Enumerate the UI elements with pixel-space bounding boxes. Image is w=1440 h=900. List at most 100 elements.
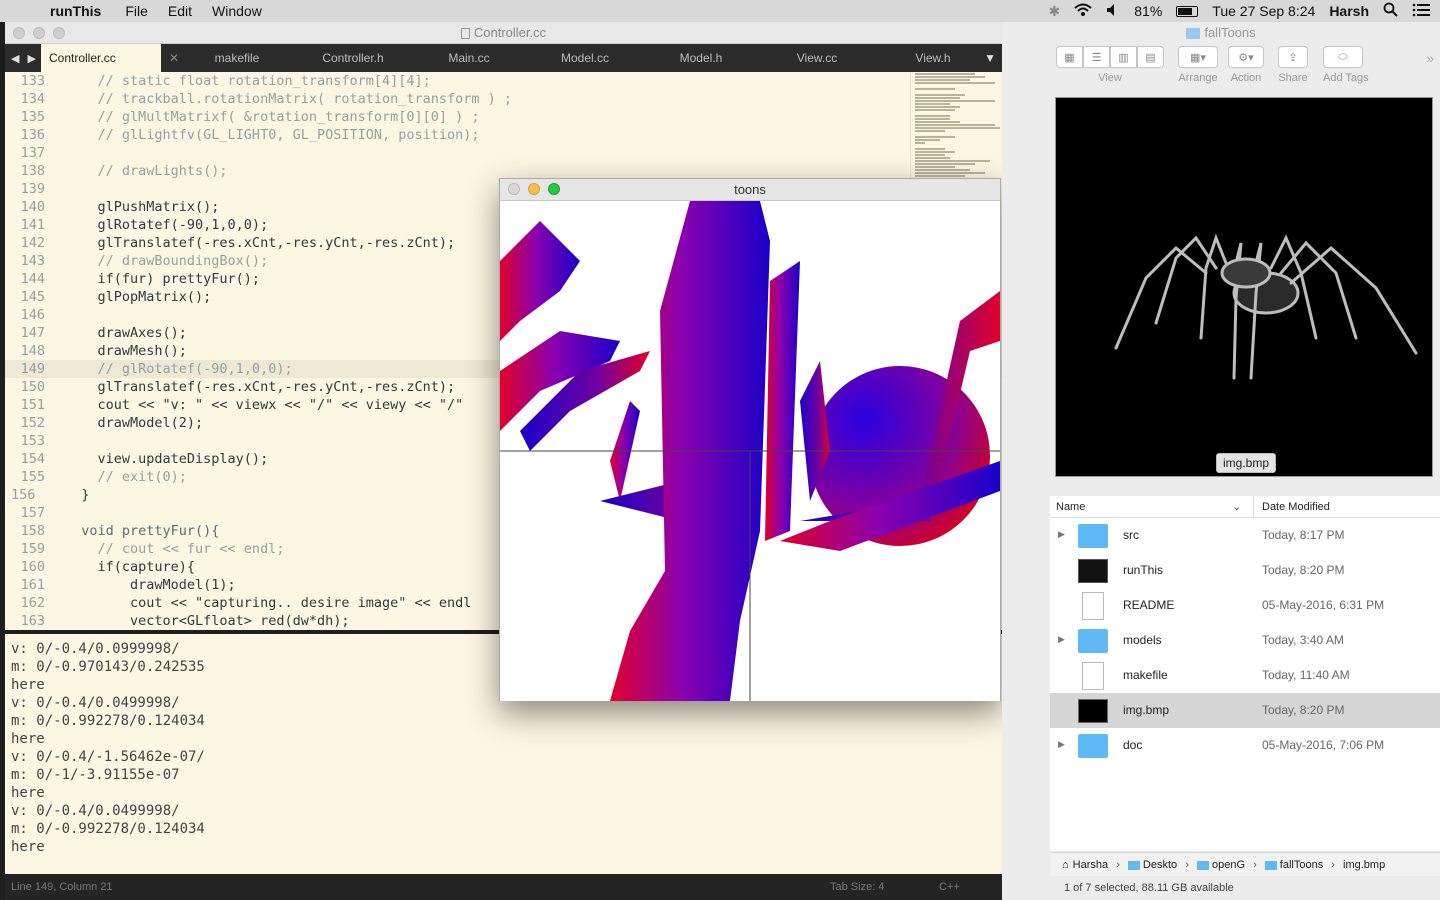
tab-view-cc[interactable]: View.cc xyxy=(759,51,875,65)
disclosure-triangle-icon[interactable]: ▶ xyxy=(1058,634,1065,645)
column-view-button[interactable]: ▥ xyxy=(1110,46,1137,68)
tab-model-h[interactable]: Model.h xyxy=(643,51,759,65)
gallery-view-button[interactable]: ▤ xyxy=(1137,46,1164,68)
minimap[interactable] xyxy=(910,72,1002,183)
path-item-opengl[interactable]: openG xyxy=(1212,859,1245,871)
file-name: makefile xyxy=(1123,668,1168,682)
tab-back-icon[interactable]: ◀ xyxy=(11,52,19,65)
toons-title: toons xyxy=(734,182,766,197)
file-name: models xyxy=(1123,633,1162,647)
tab-label: Controller.cc xyxy=(49,51,116,65)
file-row[interactable]: ▶ doc 05-May-2016, 7:06 PM xyxy=(1050,728,1440,763)
disclosure-triangle-icon[interactable]: ▶ xyxy=(1058,529,1065,540)
line-number: 160 xyxy=(20,559,45,575)
minimize-button[interactable] xyxy=(528,183,540,195)
file-row[interactable]: makefile Today, 11:40 AM xyxy=(1050,658,1440,693)
file-row[interactable]: img.bmp Today, 8:20 PM xyxy=(1050,693,1440,728)
line-number: 144 xyxy=(20,271,45,287)
tab-controller-cc[interactable]: Controller.cc ✕ xyxy=(41,44,179,72)
code-text: glTranslatef(-res.xCnt,-res.yCnt,-res.zC… xyxy=(65,379,456,395)
folder-icon xyxy=(1264,860,1277,870)
code-text: drawModel(2); xyxy=(65,415,204,431)
finder-status-bar: 1 of 7 selected, 88.11 GB available xyxy=(1064,882,1234,894)
arrange-label: Arrange xyxy=(1178,72,1218,84)
code-text: // cout << fur << endl; xyxy=(65,541,285,557)
tab-label: View.cc xyxy=(796,51,838,65)
arrange-button[interactable]: ▦▾ xyxy=(1178,46,1218,68)
line-number: 137 xyxy=(20,145,45,161)
image-thumbnail-icon xyxy=(1078,699,1108,723)
code-line[interactable]: 134 // trackball.rotationMatrix( rotatio… xyxy=(5,90,1002,108)
tab-view-h[interactable]: View.h xyxy=(875,51,991,65)
file-row[interactable]: runThis Today, 8:20 PM xyxy=(1050,553,1440,588)
code-text: glRotatef(-90,1,0,0); xyxy=(65,217,269,233)
folder-icon xyxy=(1078,629,1108,653)
column-name[interactable]: Name xyxy=(1056,496,1085,518)
line-number: 141 xyxy=(20,217,45,233)
share-icon[interactable]: ⇪ xyxy=(1278,46,1308,68)
tab-overflow-icon[interactable]: ▼ xyxy=(984,51,996,65)
render-viewport[interactable] xyxy=(500,201,1000,701)
icon-view-button[interactable]: ▦ xyxy=(1056,46,1083,68)
tab-main-cc[interactable]: Main.cc xyxy=(411,51,527,65)
image-preview[interactable] xyxy=(1055,97,1433,477)
disclosure-triangle-icon[interactable]: ▶ xyxy=(1058,739,1065,750)
file-row[interactable]: README 05-May-2016, 6:31 PM xyxy=(1050,588,1440,623)
code-line[interactable]: 136 // glLightfv(GL_LIGHT0, GL_POSITION,… xyxy=(5,126,1002,144)
file-row[interactable]: ▶ src Today, 8:17 PM xyxy=(1050,518,1440,553)
line-number: 149 xyxy=(20,361,45,377)
spotlight-search-icon[interactable] xyxy=(1383,2,1398,20)
close-button[interactable] xyxy=(13,27,25,39)
tab-size[interactable]: Tab Size: 4 xyxy=(830,874,884,900)
folder-icon xyxy=(1186,28,1201,40)
menu-edit[interactable]: Edit xyxy=(158,3,202,19)
finder-title: fallToons xyxy=(1204,25,1256,40)
path-item-falltoons[interactable]: fallToons xyxy=(1280,859,1323,871)
syntax-selector[interactable]: C++ xyxy=(939,874,960,900)
minimize-button[interactable] xyxy=(33,27,45,39)
menu-window[interactable]: Window xyxy=(202,3,272,19)
clock[interactable]: Tue 27 Sep 8:24 xyxy=(1212,3,1315,19)
action-gear-icon[interactable]: ⚙▾ xyxy=(1228,46,1264,68)
path-item-desktop[interactable]: Deskto xyxy=(1143,859,1177,871)
wifi-icon[interactable] xyxy=(1074,3,1092,20)
console-line: m: 0/-0.992278/0.124034 xyxy=(11,821,205,837)
file-row[interactable]: ▶ models Today, 3:40 AM xyxy=(1050,623,1440,658)
path-item-home[interactable]: Harsha xyxy=(1073,859,1108,871)
app-menu[interactable]: runThis xyxy=(40,3,115,19)
tag-icon[interactable]: ⬭ xyxy=(1323,46,1363,68)
code-line[interactable]: 137 xyxy=(5,144,1002,162)
tags-group: ⬭ Add Tags xyxy=(1323,46,1369,84)
finder-titlebar: fallToons xyxy=(1002,22,1440,44)
tab-model-cc[interactable]: Model.cc xyxy=(527,51,643,65)
sort-chevron-icon[interactable]: ⌄ xyxy=(1232,496,1241,518)
tab-makefile[interactable]: makefile xyxy=(179,51,295,65)
list-view-button[interactable]: ☰ xyxy=(1083,46,1110,68)
code-line[interactable]: 133 // static float rotation_transform[4… xyxy=(5,72,1002,90)
notification-center-icon[interactable] xyxy=(1412,3,1430,20)
folder-icon xyxy=(1196,860,1209,870)
tags-label: Add Tags xyxy=(1323,72,1369,84)
tab-controller-h[interactable]: Controller.h xyxy=(295,51,411,65)
editor-title: Controller.cc xyxy=(473,25,547,40)
close-button[interactable] xyxy=(508,183,520,195)
finder-sidebar[interactable] xyxy=(1002,90,1050,900)
volume-icon[interactable] xyxy=(1106,3,1120,20)
code-line[interactable]: 135 // glMultMatrixf( &rotation_transfor… xyxy=(5,108,1002,126)
column-date-modified[interactable]: Date Modified xyxy=(1262,496,1330,518)
line-number: 146 xyxy=(20,307,45,323)
zoom-button[interactable] xyxy=(548,183,560,195)
file-date: Today, 8:20 PM xyxy=(1262,703,1345,717)
menu-file[interactable]: File xyxy=(115,3,158,19)
file-date: Today, 11:40 AM xyxy=(1262,668,1350,682)
battery-icon[interactable] xyxy=(1176,5,1199,17)
tab-forward-icon[interactable]: ▶ xyxy=(27,52,35,65)
console-line: v: 0/-0.4/0.0499998/ xyxy=(11,803,180,819)
path-item-file[interactable]: img.bmp xyxy=(1343,859,1385,871)
toolbar-overflow-icon[interactable]: » xyxy=(1426,50,1434,66)
user-menu[interactable]: Harsh xyxy=(1329,3,1369,19)
bluetooth-icon[interactable]: ✱ xyxy=(1049,3,1061,20)
close-tab-icon[interactable]: ✕ xyxy=(169,44,179,72)
battery-percent[interactable]: 81% xyxy=(1134,3,1162,19)
zoom-button[interactable] xyxy=(53,27,65,39)
